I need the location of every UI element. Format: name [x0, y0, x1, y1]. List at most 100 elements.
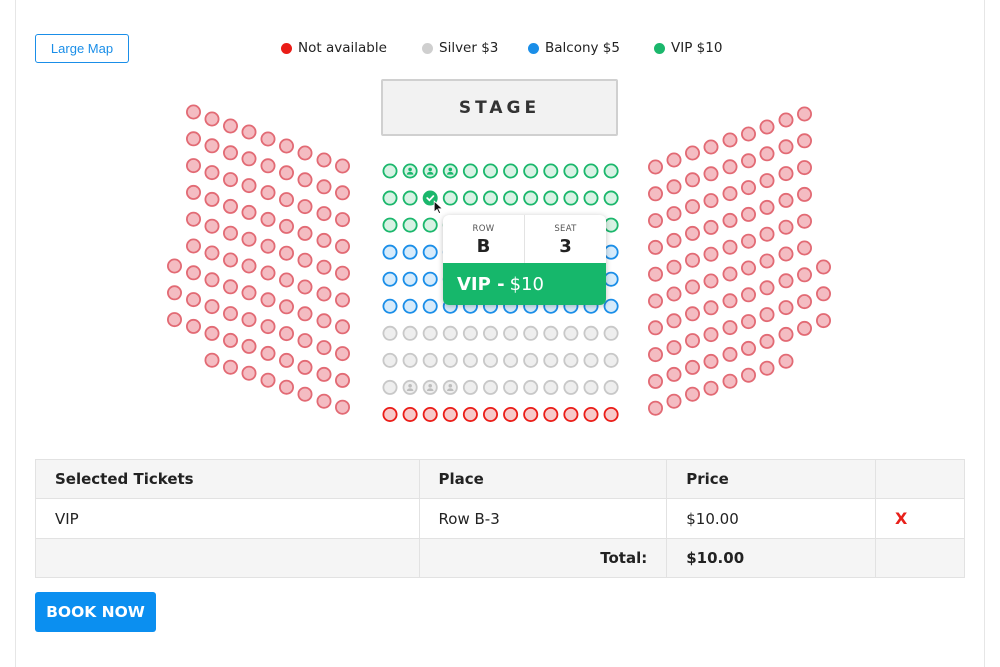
left-wing-seat-5-2[interactable]	[241, 151, 257, 167]
seat-row7-seat3[interactable]	[422, 325, 438, 341]
left-wing-seat-3-9[interactable]	[204, 325, 220, 341]
seat-row8-seat6[interactable]	[482, 352, 498, 368]
left-wing-seat-9-1[interactable]	[316, 152, 332, 168]
seat-row4-seat1[interactable]	[382, 244, 398, 260]
left-wing-seat-7-5[interactable]	[278, 245, 294, 261]
seat-row2-seat8[interactable]	[523, 190, 539, 206]
right-wing-seat-7-6[interactable]	[759, 253, 775, 269]
seat-row2-seat11[interactable]	[583, 190, 599, 206]
right-wing-seat-9-5[interactable]	[797, 213, 813, 229]
seat-row8-seat7[interactable]	[503, 352, 519, 368]
left-wing-seat-10-1[interactable]	[334, 158, 350, 174]
right-wing-seat-7-5[interactable]	[759, 226, 775, 242]
right-wing-seat-6-3[interactable]	[741, 180, 757, 196]
left-wing-seat-2-8[interactable]	[185, 292, 201, 308]
left-wing-seat-3-6[interactable]	[204, 245, 220, 261]
left-wing-seat-8-9[interactable]	[297, 359, 313, 375]
left-wing-seat-9-7[interactable]	[316, 313, 332, 329]
right-wing-seat-4-9[interactable]	[703, 353, 719, 369]
seat-row10-seat1[interactable]	[382, 406, 398, 422]
seat-row8-seat4[interactable]	[442, 352, 458, 368]
left-wing-seat-2-4[interactable]	[185, 184, 201, 200]
right-wing-seat-3-9[interactable]	[685, 359, 701, 375]
right-wing-seat-9-6[interactable]	[797, 240, 813, 256]
seat-row8-seat3[interactable]	[422, 352, 438, 368]
left-wing-seat-6-9[interactable]	[260, 345, 276, 361]
left-wing-seat-10-2[interactable]	[334, 185, 350, 201]
seat-row1-seat12[interactable]	[603, 163, 619, 179]
right-wing-seat-7-10[interactable]	[759, 360, 775, 376]
left-wing-seat-9-6[interactable]	[316, 286, 332, 302]
left-wing-seat-3-4[interactable]	[204, 191, 220, 207]
seat-row4-seat3[interactable]	[422, 244, 438, 260]
right-wing-seat-5-5[interactable]	[722, 239, 738, 255]
seat-row8-seat12[interactable]	[603, 352, 619, 368]
left-wing-seat-2-1[interactable]	[185, 104, 201, 120]
seat-row8-seat9[interactable]	[543, 352, 559, 368]
seat-row1-seat8[interactable]	[523, 163, 539, 179]
left-wing-seat-4-6[interactable]	[222, 252, 238, 268]
left-wing-seat-5-4[interactable]	[241, 204, 257, 220]
left-wing-seat-9-4[interactable]	[316, 232, 332, 248]
right-wing-seat-8-10[interactable]	[778, 353, 794, 369]
left-wing-seat-3-3[interactable]	[204, 165, 220, 181]
seat-row6-seat3[interactable]	[422, 298, 438, 314]
right-wing-seat-5-10[interactable]	[722, 373, 738, 389]
seat-row9-seat9[interactable]	[543, 379, 559, 395]
right-wing-seat-2-4[interactable]	[666, 232, 682, 248]
left-wing-seat-10-4[interactable]	[334, 238, 350, 254]
left-wing-seat-4-10[interactable]	[222, 359, 238, 375]
right-wing-seat-9-9[interactable]	[797, 320, 813, 336]
right-wing-seat-4-6[interactable]	[703, 273, 719, 289]
left-wing-seat-6-6[interactable]	[260, 265, 276, 281]
left-wing-seat-4-1[interactable]	[222, 118, 238, 134]
right-wing-seat-4-4[interactable]	[703, 219, 719, 235]
left-wing-seat-6-3[interactable]	[260, 185, 276, 201]
left-wing-seat-7-9[interactable]	[278, 352, 294, 368]
seat-row7-seat5[interactable]	[462, 325, 478, 341]
right-wing-seat-8-6[interactable]	[778, 246, 794, 262]
left-wing-seat-5-6[interactable]	[241, 258, 257, 274]
seat-row7-seat9[interactable]	[543, 325, 559, 341]
remove-ticket-button[interactable]: X	[875, 498, 965, 539]
seat-row7-seat10[interactable]	[563, 325, 579, 341]
left-wing-seat-8-3[interactable]	[297, 199, 313, 215]
seat-row8-seat5[interactable]	[462, 352, 478, 368]
right-wing-seat-5-7[interactable]	[722, 293, 738, 309]
seat-row8-seat10[interactable]	[563, 352, 579, 368]
left-wing-seat-8-7[interactable]	[297, 306, 313, 322]
seat-row9-seat10[interactable]	[563, 379, 579, 395]
left-wing-seat-10-10[interactable]	[334, 399, 350, 415]
left-wing-seat-5-5[interactable]	[241, 231, 257, 247]
seat-row1-seat5[interactable]	[462, 163, 478, 179]
right-wing-seat-4-2[interactable]	[703, 166, 719, 182]
seat-row1-seat7[interactable]	[503, 163, 519, 179]
seat-row7-seat2[interactable]	[402, 325, 418, 341]
left-wing-seat-10-8[interactable]	[334, 346, 350, 362]
right-wing-seat-6-2[interactable]	[741, 153, 757, 169]
right-wing-seat-5-1[interactable]	[722, 132, 738, 148]
seat-row2-seat6[interactable]	[482, 190, 498, 206]
right-wing-seat-9-7[interactable]	[797, 267, 813, 283]
seat-row9-seat5[interactable]	[462, 379, 478, 395]
left-wing-seat-4-4[interactable]	[222, 198, 238, 214]
left-wing-seat-6-8[interactable]	[260, 319, 276, 335]
right-wing-seat-3-10[interactable]	[685, 386, 701, 402]
left-wing-seat-2-9[interactable]	[185, 318, 201, 334]
left-wing-seat-5-9[interactable]	[241, 338, 257, 354]
seat-row8-seat2[interactable]	[402, 352, 418, 368]
right-wing-seat-6-6[interactable]	[741, 260, 757, 276]
seat-row1-seat11[interactable]	[583, 163, 599, 179]
seat-row6-seat12[interactable]	[603, 298, 619, 314]
seat-row10-seat5[interactable]	[462, 406, 478, 422]
left-wing-seat-4-7[interactable]	[222, 279, 238, 295]
right-wing-seat-2-8[interactable]	[666, 340, 682, 356]
seat-row1-seat9[interactable]	[543, 163, 559, 179]
right-wing-seat-2-1[interactable]	[666, 152, 682, 168]
seat-row9-seat1[interactable]	[382, 379, 398, 395]
left-wing-seat-6-1[interactable]	[260, 131, 276, 147]
seat-row10-seat9[interactable]	[543, 406, 559, 422]
seat-row10-seat8[interactable]	[523, 406, 539, 422]
left-wing-seat-3-1[interactable]	[204, 111, 220, 127]
right-wing-seat-1-5[interactable]	[648, 266, 664, 282]
